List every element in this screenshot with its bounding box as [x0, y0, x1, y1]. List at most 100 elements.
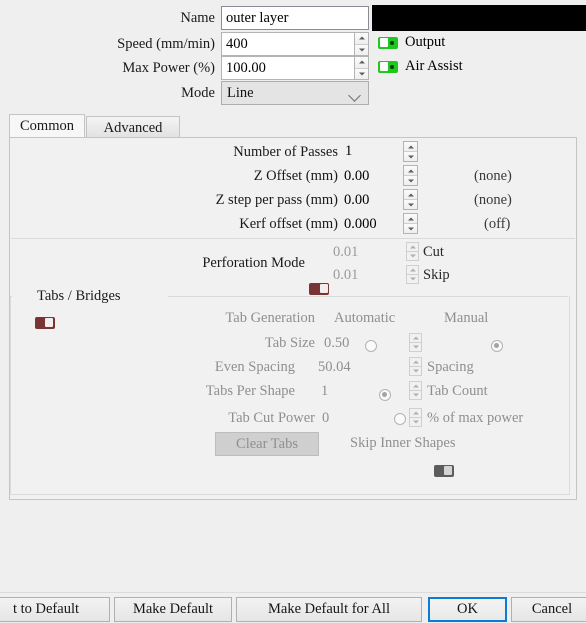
- speed-input[interactable]: 400: [221, 32, 354, 56]
- skip-inner-shapes-toggle[interactable]: [433, 464, 454, 477]
- even-spacing-step-up[interactable]: [410, 358, 421, 366]
- tab-generation-automatic-label: Automatic: [334, 310, 396, 326]
- z-step-per-pass-label: Z step per pass (mm): [215, 192, 338, 208]
- speed-step-up[interactable]: [355, 33, 368, 44]
- z-step-step-down[interactable]: [404, 199, 417, 209]
- passes-step-up[interactable]: [404, 142, 417, 151]
- reset-to-default-label: t to Default: [12, 601, 80, 617]
- ok-button[interactable]: OK: [428, 597, 507, 622]
- tab-generation-automatic-radio[interactable]: [365, 339, 378, 352]
- even-spacing-input[interactable]: 50.04: [318, 359, 351, 376]
- output-toggle-row: Output: [378, 34, 445, 51]
- number-of-passes-spinbox[interactable]: 1: [340, 141, 403, 162]
- perforation-cut-stepper[interactable]: [406, 242, 419, 261]
- speed-step-down[interactable]: [355, 43, 368, 55]
- z-step-per-pass-stepper[interactable]: [403, 189, 418, 210]
- name-input[interactable]: [221, 6, 369, 30]
- max-power-step-down[interactable]: [355, 67, 368, 79]
- mode-label: Mode: [181, 85, 215, 101]
- skip-inner-shapes-label: Skip Inner Shapes: [350, 435, 456, 451]
- tab-common[interactable]: Common: [9, 114, 85, 138]
- z-step-step-up[interactable]: [404, 190, 417, 199]
- make-default-button[interactable]: Make Default: [114, 597, 232, 622]
- perf-cut-step-up[interactable]: [407, 243, 418, 251]
- air-assist-label: Air Assist: [405, 58, 463, 74]
- percent-of-max-power-label: % of max power: [427, 410, 524, 426]
- perforation-mode-toggle[interactable]: [309, 282, 329, 295]
- tabs-per-shape-label: Tabs Per Shape: [205, 383, 295, 399]
- perf-skip-step-up[interactable]: [407, 266, 418, 274]
- z-offset-step-down[interactable]: [404, 175, 417, 185]
- mode-selected-value: Line: [227, 85, 254, 101]
- speed-stepper[interactable]: [354, 32, 369, 56]
- z-offset-step-up[interactable]: [404, 166, 417, 175]
- output-toggle[interactable]: [378, 36, 398, 49]
- tabs-per-shape-step-up[interactable]: [410, 382, 421, 390]
- make-default-for-all-label: Make Default for All: [267, 601, 390, 617]
- perforation-cut-label: Cut: [423, 244, 444, 260]
- even-spacing-step-down[interactable]: [410, 366, 421, 375]
- tab-size-input[interactable]: 0.50: [324, 335, 349, 352]
- perforation-skip-stepper[interactable]: [406, 265, 419, 284]
- kerf-step-up[interactable]: [404, 214, 417, 223]
- kerf-offset-stepper[interactable]: [403, 213, 418, 234]
- tabs-per-shape-step-down[interactable]: [410, 390, 421, 399]
- footer-divider: [0, 592, 586, 593]
- max-power-spinbox[interactable]: 100.00: [221, 56, 369, 80]
- even-spacing-stepper[interactable]: [409, 357, 422, 376]
- tab-cut-power-input[interactable]: 0: [322, 410, 329, 427]
- tab-advanced[interactable]: Advanced: [86, 116, 180, 138]
- tab-generation-label: Tab Generation: [225, 310, 315, 326]
- kerf-step-down[interactable]: [404, 223, 417, 233]
- perforation-skip-input[interactable]: 0.01: [333, 267, 358, 284]
- z-step-per-pass-suffix: (none): [474, 192, 512, 208]
- make-default-for-all-button[interactable]: Make Default for All: [236, 597, 422, 622]
- chevron-down-icon: [348, 89, 361, 102]
- layer-color-swatch[interactable]: [372, 5, 586, 31]
- reset-to-default-button[interactable]: t to Default: [0, 597, 110, 622]
- name-label: Name: [180, 10, 215, 26]
- tab-size-step-up[interactable]: [410, 334, 421, 342]
- kerf-offset-input[interactable]: 0.000: [344, 216, 377, 233]
- cancel-button[interactable]: Cancel: [511, 597, 586, 622]
- tab-generation-manual-label: Manual: [444, 310, 489, 326]
- even-spacing-radio[interactable]: [378, 388, 391, 401]
- kerf-offset-label: Kerf offset (mm): [239, 216, 338, 232]
- number-of-passes-input[interactable]: 1: [340, 141, 403, 162]
- tab-cut-power-stepper[interactable]: [409, 408, 422, 427]
- passes-step-down[interactable]: [404, 151, 417, 161]
- perforation-cut-input[interactable]: 0.01: [333, 244, 358, 261]
- tabs-per-shape-radio[interactable]: [394, 412, 407, 425]
- perforation-skip-label: Skip: [423, 267, 450, 283]
- perf-cut-step-down[interactable]: [407, 251, 418, 260]
- tab-size-stepper[interactable]: [409, 333, 422, 352]
- tab-cut-power-step-down[interactable]: [410, 417, 421, 426]
- tab-generation-manual-radio[interactable]: [490, 339, 503, 352]
- speed-spinbox[interactable]: 400: [221, 32, 369, 56]
- tab-cut-power-step-up[interactable]: [410, 409, 421, 417]
- speed-label: Speed (mm/min): [117, 36, 215, 52]
- air-assist-toggle[interactable]: [378, 60, 398, 73]
- max-power-step-up[interactable]: [355, 57, 368, 68]
- perf-skip-step-down[interactable]: [407, 274, 418, 283]
- tab-cut-power-label: Tab Cut Power: [228, 410, 315, 426]
- z-offset-stepper[interactable]: [403, 165, 418, 186]
- z-offset-input[interactable]: 0.00: [344, 168, 369, 185]
- tabs-per-shape-input[interactable]: 1: [321, 383, 328, 400]
- clear-tabs-label: Clear Tabs: [236, 436, 298, 452]
- output-label: Output: [405, 34, 446, 50]
- cancel-label: Cancel: [531, 601, 573, 617]
- number-of-passes-label: Number of Passes: [233, 144, 338, 160]
- clear-tabs-button[interactable]: Clear Tabs: [215, 432, 319, 456]
- max-power-input[interactable]: 100.00: [221, 56, 354, 80]
- max-power-label: Max Power (%): [122, 60, 215, 76]
- tabs-bridges-group-line-left: [10, 296, 12, 297]
- air-assist-toggle-row: Air Assist: [378, 58, 463, 75]
- tab-size-label: Tab Size: [264, 335, 315, 351]
- tabs-per-shape-stepper[interactable]: [409, 381, 422, 400]
- number-of-passes-stepper[interactable]: [403, 141, 418, 162]
- mode-select[interactable]: Line: [221, 81, 369, 105]
- max-power-stepper[interactable]: [354, 56, 369, 80]
- tab-size-step-down[interactable]: [410, 342, 421, 351]
- z-step-per-pass-input[interactable]: 0.00: [344, 192, 369, 209]
